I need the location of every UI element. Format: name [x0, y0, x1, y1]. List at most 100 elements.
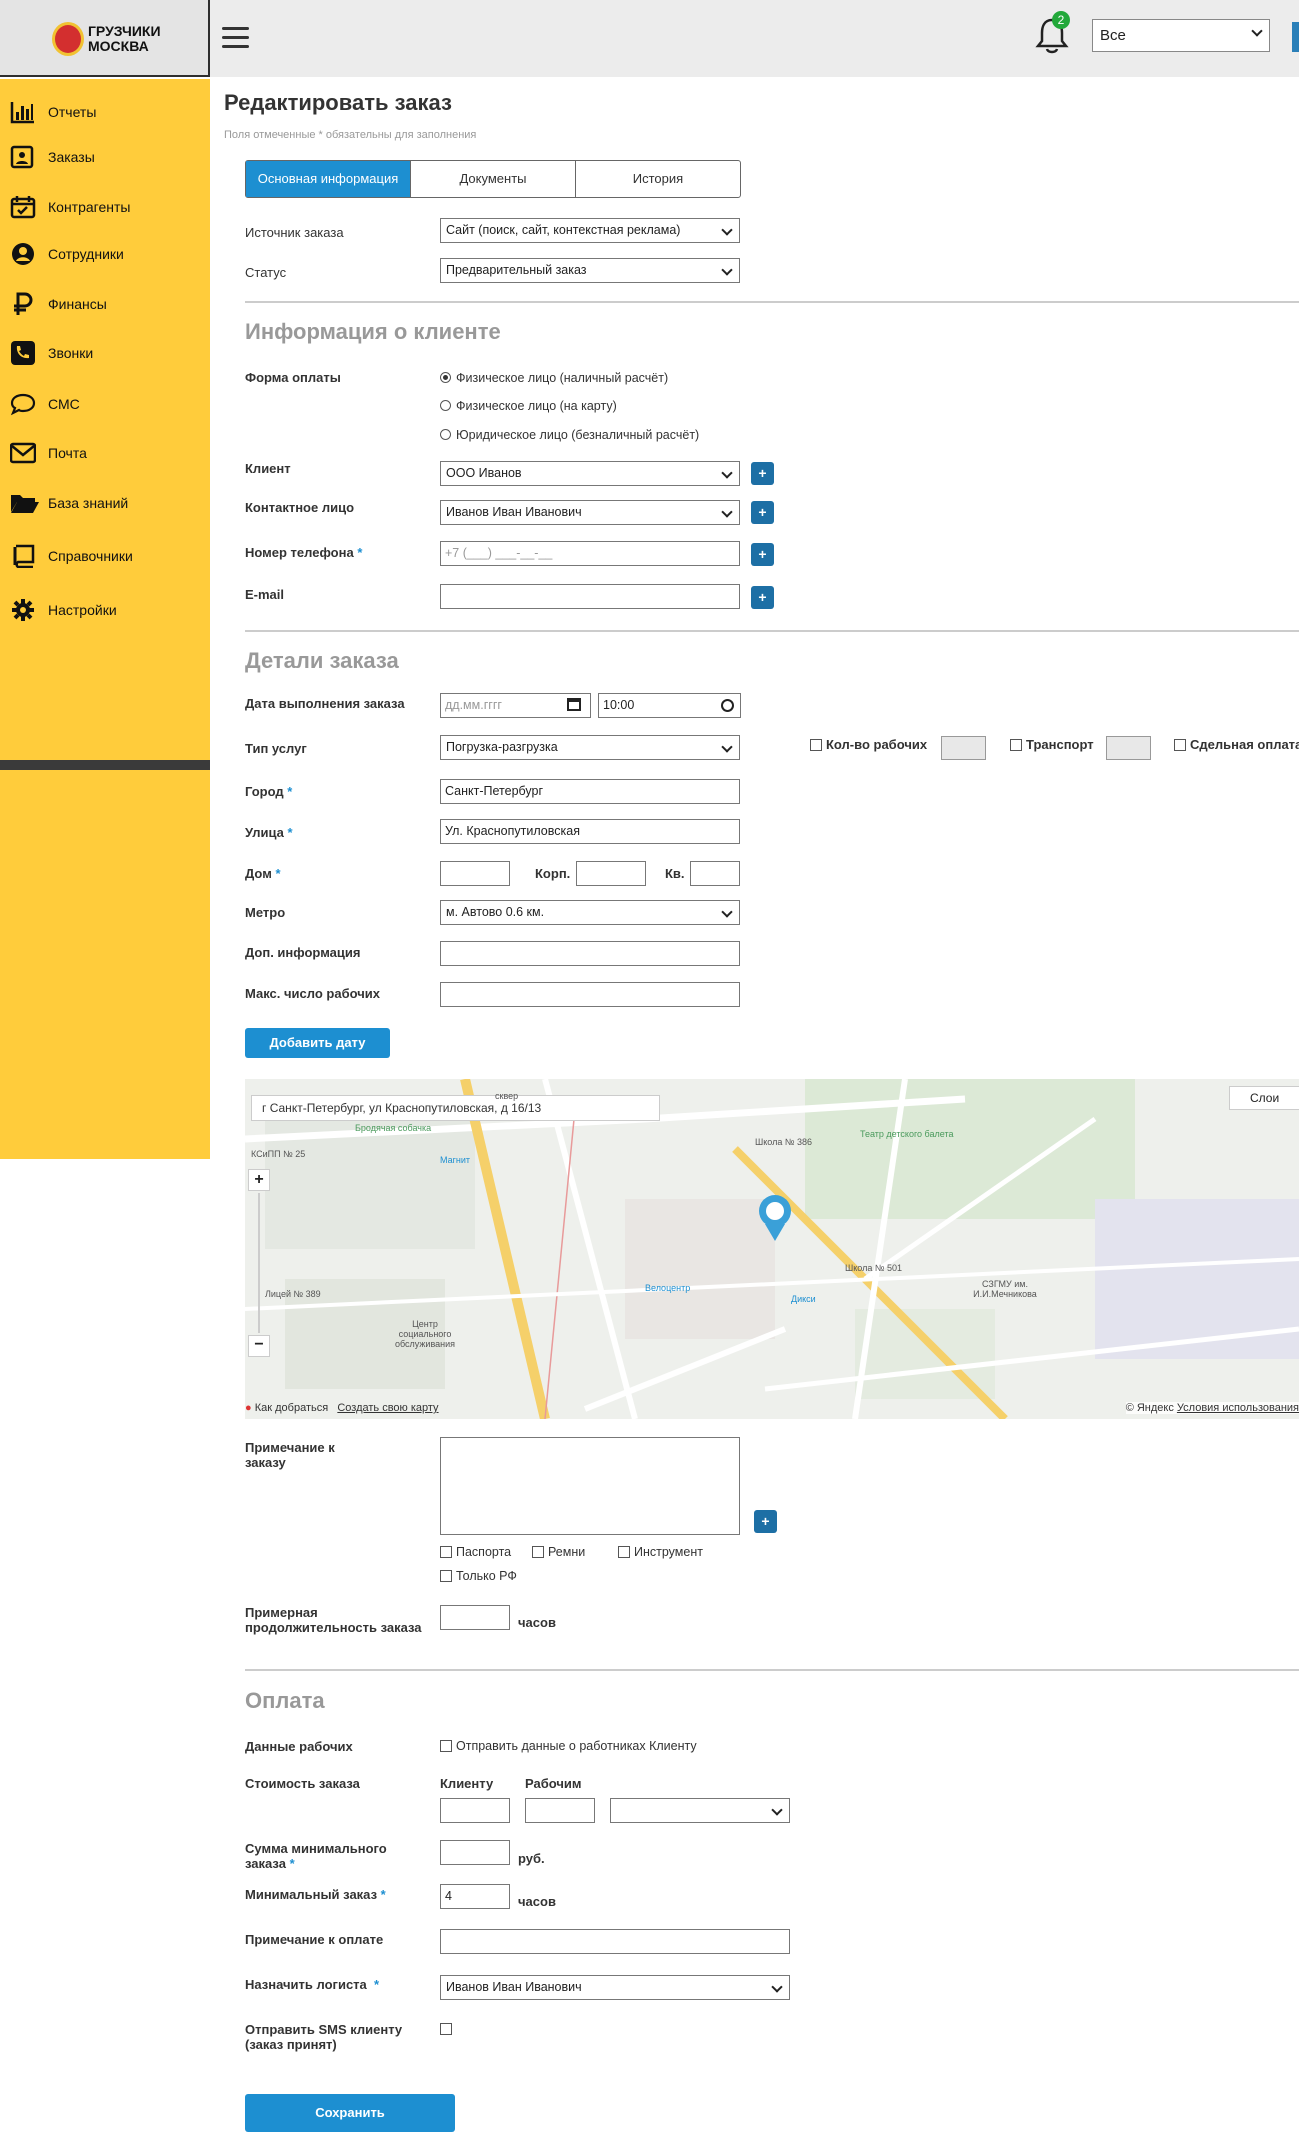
duration-input[interactable]	[440, 1605, 510, 1630]
zoom-out-button[interactable]: −	[248, 1335, 270, 1357]
requirement-rf-only-checkbox[interactable]: Только РФ	[440, 1569, 517, 1583]
requirement-straps-checkbox[interactable]: Ремни	[532, 1545, 585, 1559]
payment-note-label: Примечание к оплате	[245, 1932, 384, 1947]
max-workers-input[interactable]	[440, 982, 740, 1007]
sidebar-item-settings[interactable]: Настройки	[0, 590, 210, 630]
service-select[interactable]: Погрузка-разгрузка	[440, 735, 740, 760]
sidebar-item-orders[interactable]: Заказы	[0, 137, 210, 177]
metro-select[interactable]: м. Автово 0.6 км.	[440, 900, 740, 925]
order-note-textarea[interactable]	[440, 1437, 740, 1535]
workers-count-input[interactable]	[941, 736, 986, 760]
payment-option-cash[interactable]: Физическое лицо (наличный расчёт)	[440, 371, 668, 385]
apartment-input[interactable]	[690, 861, 740, 886]
map-label: Центр социального обслуживания	[394, 1319, 456, 1349]
min-order-input[interactable]: 4	[440, 1884, 510, 1909]
tab-main-info[interactable]: Основная информация	[246, 161, 411, 197]
client-section-title: Информация о клиенте	[245, 319, 501, 344]
max-workers-label: Макс. число рабочих	[245, 986, 381, 1001]
add-contact-button[interactable]: +	[751, 501, 774, 524]
map-label: Дикси	[791, 1294, 816, 1304]
sidebar-item-calls[interactable]: Звонки	[0, 333, 210, 373]
sidebar-item-references[interactable]: Справочники	[0, 536, 210, 576]
map-label: СЗГМУ им. И.И.Мечникова	[973, 1279, 1037, 1299]
logo-line2: МОСКВА	[88, 38, 149, 54]
hamburger-menu-icon[interactable]	[222, 27, 249, 49]
map-create-link[interactable]: Создать свою карту	[337, 1402, 438, 1414]
building-label: Корп.	[535, 866, 571, 881]
house-input[interactable]	[440, 861, 510, 886]
sms-checkbox[interactable]	[440, 2021, 456, 2036]
divider	[245, 1669, 1299, 1671]
sidebar-item-sms[interactable]: СМС	[0, 384, 210, 424]
top-filter-select[interactable]: Все	[1092, 19, 1270, 52]
tab-documents[interactable]: Документы	[411, 161, 576, 197]
building-input[interactable]	[576, 861, 646, 886]
payment-note-input[interactable]	[440, 1929, 790, 1954]
map-route-link[interactable]: Как добраться	[255, 1402, 328, 1414]
map-zoom-control[interactable]: + −	[248, 1169, 270, 1359]
piecework-checkbox[interactable]: Сдельная оплата	[1174, 737, 1299, 752]
save-button[interactable]: Сохранить	[245, 2094, 455, 2132]
logo[interactable]: ГРУЗЧИКИ МОСКВА	[0, 0, 210, 77]
apartment-label: Кв.	[665, 866, 685, 881]
sidebar-item-label: Финансы	[48, 296, 107, 312]
send-workers-data-checkbox[interactable]: Отправить данные о работниках Клиенту	[440, 1739, 697, 1753]
clock-icon[interactable]	[721, 699, 734, 712]
zoom-slider[interactable]	[258, 1193, 260, 1333]
workers-cost-input[interactable]	[525, 1798, 595, 1823]
sidebar-item-reports[interactable]: Отчеты	[0, 92, 210, 132]
map-layers-button[interactable]: Слои	[1229, 1086, 1299, 1110]
sidebar: Отчеты Заказы Контрагенты Сотрудники Фин…	[0, 79, 210, 1159]
add-date-button[interactable]: Добавить дату	[245, 1028, 390, 1058]
transport-input[interactable]	[1106, 736, 1151, 760]
email-input[interactable]	[440, 584, 740, 609]
requirement-tools-checkbox[interactable]: Инструмент	[618, 1545, 703, 1559]
map-label: сквер	[495, 1091, 519, 1101]
tab-history[interactable]: История	[576, 161, 740, 197]
sidebar-item-contractors[interactable]: Контрагенты	[0, 187, 210, 227]
requirement-passports-checkbox[interactable]: Паспорта	[440, 1545, 511, 1559]
sidebar-item-knowledge-base[interactable]: База знаний	[0, 483, 210, 523]
service-label: Тип услуг	[245, 741, 307, 756]
logist-label: Назначить логиста *	[245, 1977, 380, 1992]
map-label: Велоцентр	[645, 1283, 691, 1293]
sidebar-item-finance[interactable]: Финансы	[0, 284, 210, 324]
status-select[interactable]: Предварительный заказ	[440, 258, 740, 283]
map-address-bar[interactable]: г Санкт-Петербург, ул Краснопутиловская,…	[251, 1095, 660, 1121]
sidebar-item-label: Звонки	[48, 345, 94, 361]
logist-select[interactable]: Иванов Иван Иванович	[440, 1975, 790, 2000]
map[interactable]: г Санкт-Петербург, ул Краснопутиловская,…	[245, 1079, 1299, 1419]
duration-label: Примерная продолжительность заказа	[245, 1605, 422, 1635]
zoom-in-button[interactable]: +	[248, 1169, 270, 1191]
add-phone-button[interactable]: +	[751, 543, 774, 566]
contact-select[interactable]: Иванов Иван Иванович	[440, 500, 740, 525]
sidebar-item-mail[interactable]: Почта	[0, 433, 210, 473]
map-terms-link[interactable]: Условия использования	[1177, 1402, 1299, 1414]
add-email-button[interactable]: +	[751, 586, 774, 609]
source-select[interactable]: Сайт (поиск, сайт, контекстная реклама)	[440, 218, 740, 243]
date-label: Дата выполнения заказа	[245, 696, 405, 711]
cost-type-select[interactable]	[610, 1798, 790, 1823]
transport-checkbox[interactable]: Транспорт	[1010, 737, 1094, 752]
workers-count-checkbox[interactable]: Кол-во рабочих	[810, 737, 927, 752]
extra-info-input[interactable]	[440, 941, 740, 966]
required-hint: Поля отмеченные * обязательны для заполн…	[224, 129, 477, 141]
phone-input[interactable]: +7 (___) ___-__-__	[440, 541, 740, 566]
gear-icon	[12, 599, 34, 621]
street-label: Улица *	[245, 825, 293, 840]
client-select[interactable]: ООО Иванов	[440, 461, 740, 486]
phone-label: Номер телефона *	[245, 545, 363, 560]
time-input[interactable]: 10:00	[598, 693, 741, 718]
street-input[interactable]: Ул. Краснопутиловская	[440, 819, 740, 844]
payment-option-card[interactable]: Физическое лицо (на карту)	[440, 399, 617, 413]
add-client-button[interactable]: +	[751, 462, 774, 485]
min-sum-input[interactable]	[440, 1840, 510, 1865]
add-note-button[interactable]: +	[754, 1510, 777, 1533]
calendar-icon[interactable]	[567, 698, 581, 711]
client-cost-input[interactable]	[440, 1798, 510, 1823]
user-circle-icon	[12, 243, 34, 265]
city-input[interactable]: Санкт-Петербург	[440, 779, 740, 804]
top-edge-button[interactable]	[1292, 22, 1299, 52]
payment-option-legal[interactable]: Юридическое лицо (безналичный расчёт)	[440, 428, 699, 442]
sidebar-item-employees[interactable]: Сотрудники	[0, 234, 210, 274]
